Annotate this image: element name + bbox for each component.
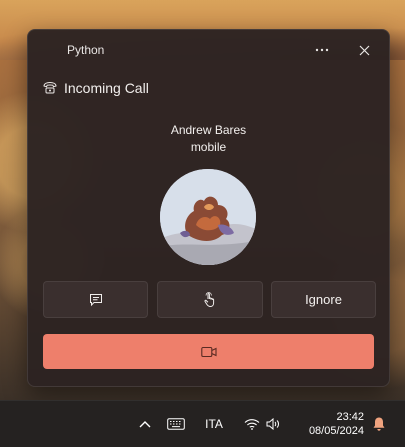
- caller-avatar: [160, 169, 256, 265]
- volume-button[interactable]: [264, 401, 284, 447]
- input-language-button[interactable]: ITA: [200, 401, 228, 447]
- clock-button[interactable]: 23:42 08/05/2024: [296, 401, 366, 447]
- clock-time: 23:42: [336, 411, 364, 423]
- answer-video-button[interactable]: [43, 334, 374, 369]
- show-hidden-icons-button[interactable]: [134, 401, 156, 447]
- incoming-call-notification: Python Incoming Call Andrew Bares mobile: [27, 29, 390, 387]
- notification-bell-icon: [373, 417, 385, 431]
- answer-tap-button[interactable]: [157, 281, 263, 318]
- more-horizontal-icon: [315, 48, 329, 52]
- wifi-icon: [244, 419, 260, 430]
- reply-message-button[interactable]: [43, 281, 148, 318]
- avatar-image: [160, 169, 256, 265]
- network-button[interactable]: [242, 401, 262, 447]
- app-name: Python: [67, 43, 105, 57]
- notification-center-button[interactable]: [368, 401, 390, 447]
- chevron-up-icon: [139, 421, 151, 428]
- notification-header: Incoming Call: [42, 78, 149, 98]
- taskbar: ITA 23:42 08/05/2024: [0, 400, 405, 447]
- volume-icon: [266, 418, 279, 430]
- more-options-button[interactable]: [308, 38, 336, 62]
- keyboard-icon: [167, 418, 185, 430]
- caller-name: Andrew Bares: [170, 123, 247, 137]
- ignore-button[interactable]: Ignore: [271, 281, 376, 318]
- close-icon: [359, 45, 369, 55]
- clock-date: 08/05/2024: [308, 425, 364, 437]
- notification-titlebar: Python: [28, 30, 389, 70]
- video-camera-icon: [200, 346, 217, 357]
- telephone-icon: [43, 81, 57, 94]
- message-icon: [89, 293, 102, 306]
- touch-hand-icon: [204, 291, 215, 307]
- close-button[interactable]: [350, 38, 378, 62]
- caller-phone-type: mobile: [190, 140, 227, 154]
- touch-keyboard-button[interactable]: [164, 401, 188, 447]
- notification-title: Incoming Call: [64, 80, 149, 96]
